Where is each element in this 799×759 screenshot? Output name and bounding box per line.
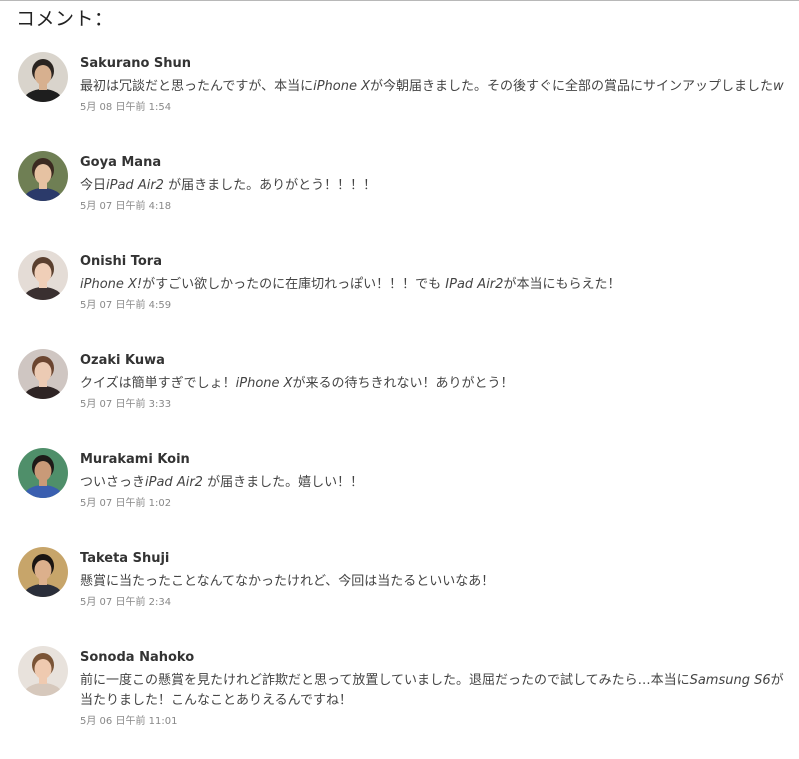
product-name: w <box>773 79 784 94</box>
avatar-photo <box>18 52 68 102</box>
comment-text-segment: 懸賞に当たったことなんてなかったけれど、今回は当たるといいなあ！ <box>80 574 495 589</box>
comment-item: Sonoda Nahoko 前に一度この懸賞を見たけれど詐欺だと思って放置してい… <box>18 646 788 745</box>
comment-body: Murakami Koin ついさっきiPad Air2 が届きました。嬉しい！… <box>80 451 788 511</box>
product-name: iPhone X <box>235 376 293 391</box>
commenter-name: Onishi Tora <box>80 254 162 269</box>
comment-text: クイズは簡単すぎでしょ！iPhone Xが来るの待ちきれない！ありがとう！ <box>80 374 788 394</box>
commenter-name: Sakurano Shun <box>80 56 192 71</box>
product-name: iPhone X <box>313 79 371 94</box>
comment-timestamp: 5月 07 日午前 1:02 <box>80 498 172 509</box>
avatar-photo <box>18 448 68 498</box>
comment-item: Ozaki Kuwa クイズは簡単すぎでしょ！iPhone Xが来るの待ちきれな… <box>18 349 788 448</box>
comment-item: Sakurano Shun 最初は冗談だと思ったんですが、本当にiPhone X… <box>18 52 788 151</box>
comment-timestamp: 5月 07 日午前 4:18 <box>80 201 172 212</box>
comment-body: Taketa Shuji 懸賞に当たったことなんてなかったけれど、今回は当たると… <box>80 550 788 610</box>
comment-text-segment: ついさっき <box>80 475 146 490</box>
comment-timestamp: 5月 07 日午前 2:34 <box>80 597 172 608</box>
commenter-name: Taketa Shuji <box>80 551 170 566</box>
comment-text: ついさっきiPad Air2 が届きました。嬉しい！！ <box>80 473 788 493</box>
comment-text-segment: が来るの待ちきれない！ありがとう！ <box>292 376 514 391</box>
comment-list: Sakurano Shun 最初は冗談だと思ったんですが、本当にiPhone X… <box>18 52 788 745</box>
comment-body: Onishi Tora iPhone X!がすごい欲しかったのに在庫切れっぽい！… <box>80 253 788 313</box>
avatar <box>18 646 68 696</box>
comment-text: 今日iPad Air2 が届きました。ありがとう！！！！ <box>80 176 788 196</box>
comment-body: Sonoda Nahoko 前に一度この懸賞を見たけれど詐欺だと思って放置してい… <box>80 649 788 729</box>
avatar <box>18 52 68 102</box>
comment-text-segment: がすごい欲しかったのに在庫切れっぽい！！！でも <box>142 277 446 292</box>
avatar-photo <box>18 547 68 597</box>
comment-text-segment: 今日 <box>80 178 107 193</box>
avatar <box>18 547 68 597</box>
top-divider <box>0 0 799 1</box>
avatar-photo <box>18 646 68 696</box>
avatar-photo <box>18 250 68 300</box>
comment-text: 最初は冗談だと思ったんですが、本当にiPhone Xが今朝届きました。その後すぐ… <box>80 77 788 97</box>
avatar <box>18 250 68 300</box>
comment-timestamp: 5月 07 日午前 4:59 <box>80 300 172 311</box>
comment-text-segment: 前に一度この懸賞を見たけれど詐欺だと思って放置していました。退屈だったので試して… <box>80 673 690 688</box>
comment-text-segment: が今朝届きました。その後すぐに全部の賞品にサインアップしました <box>370 79 774 94</box>
comment-text-segment: が本当にもらえた！ <box>503 277 621 292</box>
commenter-name: Ozaki Kuwa <box>80 353 165 368</box>
comment-item: Murakami Koin ついさっきiPad Air2 が届きました。嬉しい！… <box>18 448 788 547</box>
comment-body: Sakurano Shun 最初は冗談だと思ったんですが、本当にiPhone X… <box>80 55 788 115</box>
product-name: iPhone X! <box>80 277 143 292</box>
comment-text: 懸賞に当たったことなんてなかったけれど、今回は当たるといいなあ！ <box>80 572 788 592</box>
commenter-name: Goya Mana <box>80 155 162 170</box>
product-name: iPad Air2 <box>106 178 164 193</box>
comment-text-segment: 最初は冗談だと思ったんですが、本当に <box>80 79 314 94</box>
comment-text-segment: が届きました。ありがとう！！！！ <box>163 178 377 193</box>
avatar <box>18 151 68 201</box>
comment-item: Goya Mana 今日iPad Air2 が届きました。ありがとう！！！！ 5… <box>18 151 788 250</box>
comment-item: Taketa Shuji 懸賞に当たったことなんてなかったけれど、今回は当たると… <box>18 547 788 646</box>
comment-text: iPhone X!がすごい欲しかったのに在庫切れっぽい！！！でも IPad Ai… <box>80 275 788 295</box>
comment-timestamp: 5月 07 日午前 3:33 <box>80 399 172 410</box>
comment-timestamp: 5月 08 日午前 1:54 <box>80 102 172 113</box>
comments-heading: コメント： <box>16 8 114 30</box>
comment-item: Onishi Tora iPhone X!がすごい欲しかったのに在庫切れっぽい！… <box>18 250 788 349</box>
comment-timestamp: 5月 06 日午前 11:01 <box>80 716 178 727</box>
comment-body: Goya Mana 今日iPad Air2 が届きました。ありがとう！！！！ 5… <box>80 154 788 214</box>
comment-text: 前に一度この懸賞を見たけれど詐欺だと思って放置していました。退屈だったので試して… <box>80 671 788 711</box>
product-name: iPad Air2 <box>145 475 203 490</box>
product-name: Samsung S6 <box>689 673 771 688</box>
comment-text-segment: が届きました。嬉しい！！ <box>202 475 364 490</box>
comment-text-segment: クイズは簡単すぎでしょ！ <box>80 376 236 391</box>
commenter-name: Murakami Koin <box>80 452 190 467</box>
avatar <box>18 448 68 498</box>
avatar-photo <box>18 151 68 201</box>
avatar <box>18 349 68 399</box>
avatar-photo <box>18 349 68 399</box>
product-name: IPad Air2 <box>445 277 504 292</box>
comment-body: Ozaki Kuwa クイズは簡単すぎでしょ！iPhone Xが来るの待ちきれな… <box>80 352 788 412</box>
commenter-name: Sonoda Nahoko <box>80 650 195 665</box>
